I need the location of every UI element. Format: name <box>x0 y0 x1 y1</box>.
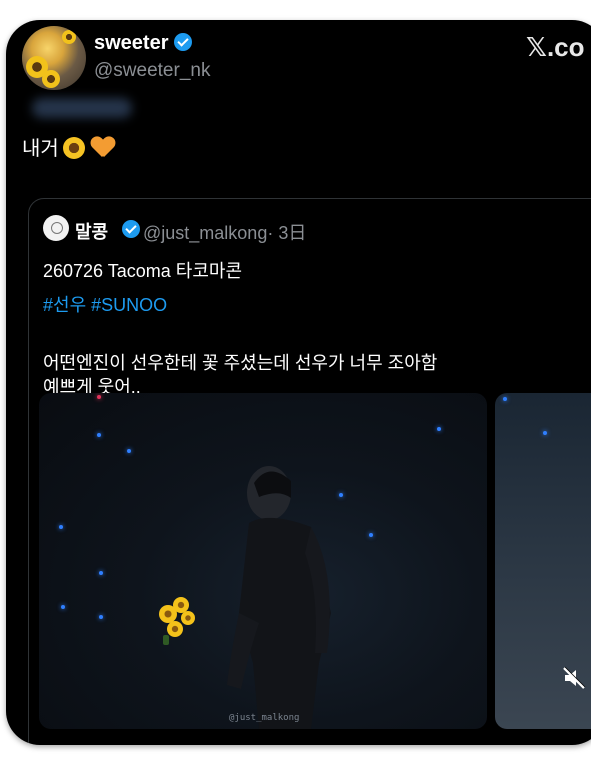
quote-line-2: 어떤엔진이 선우한테 꽃 주셨는데 선우가 너무 조아함 <box>43 353 438 373</box>
performer-silhouette <box>227 466 331 729</box>
quote-line-1: 260726 Tacoma 타코마콘 <box>43 261 243 281</box>
sunflower-icon <box>62 137 85 159</box>
tweet-text-content: 내거 <box>22 138 59 160</box>
blurred-text <box>32 98 132 118</box>
tweet-text: 내거 <box>22 132 115 161</box>
sunflower-bouquet <box>157 595 197 647</box>
quote-time[interactable]: · 3日 <box>267 223 306 243</box>
tweet-card: sweeter @sweeter_nk 𝕏.co 내거 말콩 @just_mal… <box>6 20 591 745</box>
quote-handle[interactable]: @just_malkong <box>143 223 267 243</box>
media-image-2[interactable] <box>495 393 591 729</box>
author-name-text: sweeter <box>94 32 169 54</box>
quoted-tweet[interactable]: 말콩 @just_malkong· 3日 260726 Tacoma 타코마콘 … <box>28 198 591 745</box>
mute-icon[interactable] <box>561 665 587 691</box>
author-handle[interactable]: @sweeter_nk <box>94 60 210 82</box>
verified-badge-icon <box>173 33 192 51</box>
quote-author-name[interactable]: 말콩 <box>75 218 108 244</box>
orange-heart-icon <box>91 137 115 159</box>
image-watermark: @just_malkong <box>229 713 300 723</box>
media-image-1[interactable]: @just_malkong <box>39 393 487 729</box>
x-logo[interactable]: 𝕏.co <box>526 32 585 63</box>
quote-hashtags[interactable]: #선우 #SUNOO <box>43 291 167 317</box>
avatar[interactable] <box>22 26 86 90</box>
quote-meta: @just_malkong· 3日 <box>143 219 306 245</box>
quote-avatar[interactable] <box>43 215 69 241</box>
author-name[interactable]: sweeter <box>94 32 192 55</box>
verified-badge-icon <box>122 220 140 238</box>
